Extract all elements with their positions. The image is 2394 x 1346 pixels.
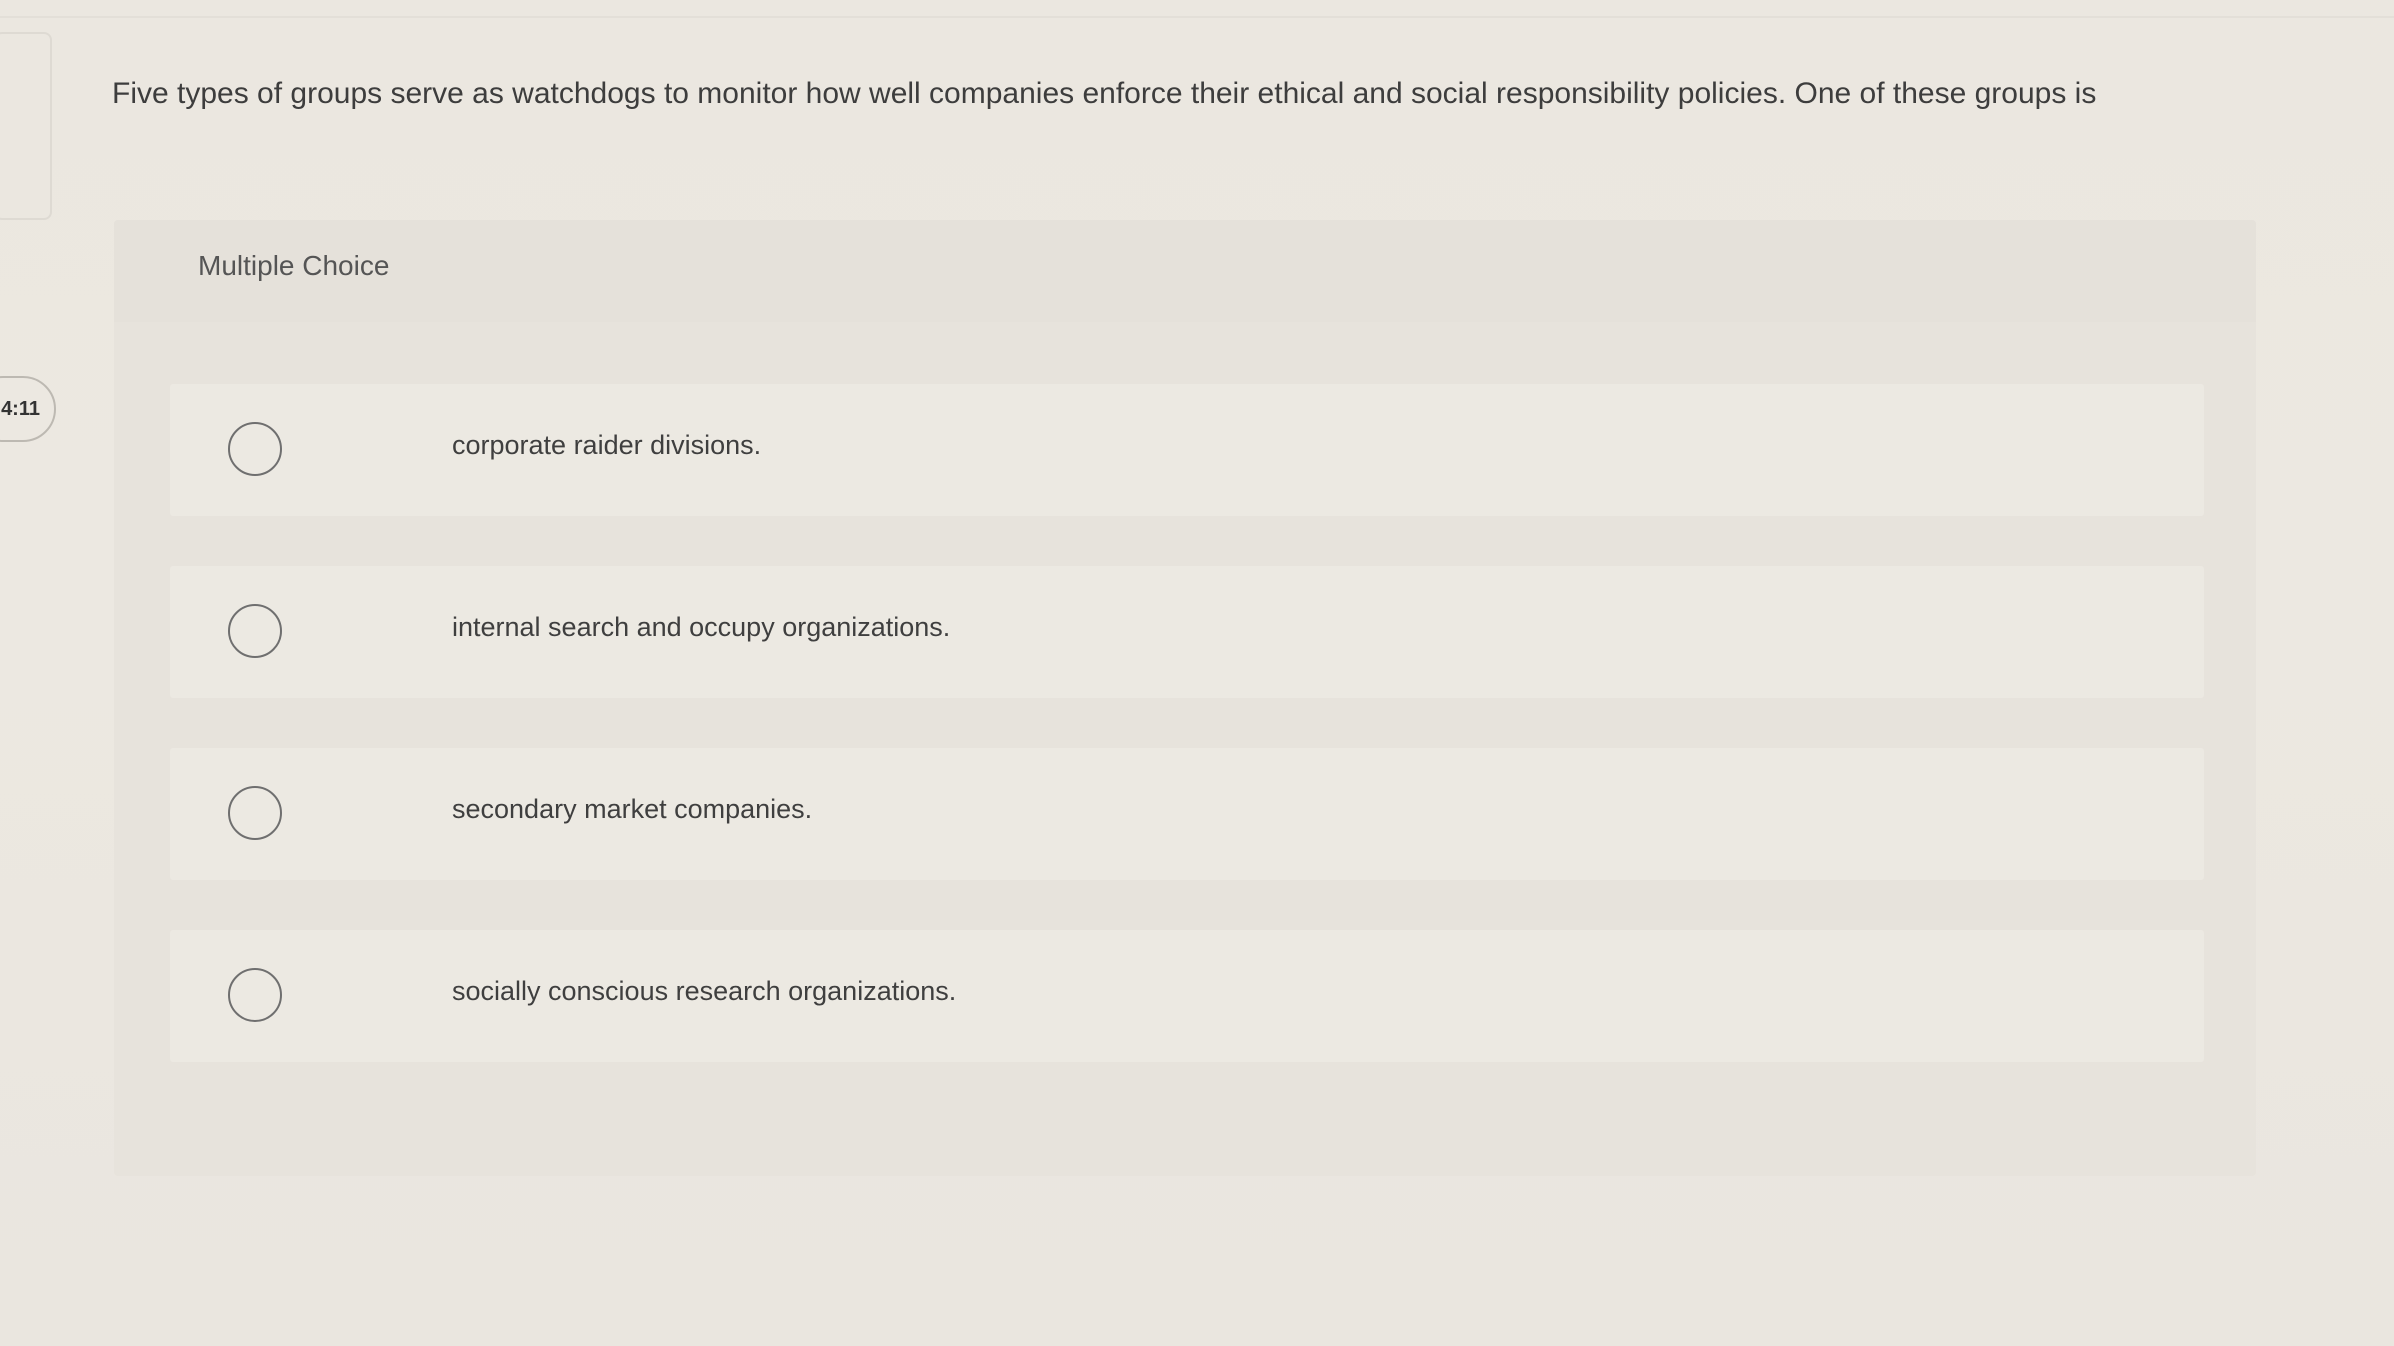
- radio-button[interactable]: [228, 786, 282, 840]
- answer-option-2[interactable]: internal search and occupy organizations…: [170, 566, 2204, 698]
- answer-option-4[interactable]: socially conscious research organization…: [170, 930, 2204, 1062]
- question-type-label: Multiple Choice: [198, 250, 390, 281]
- side-panel: [0, 32, 52, 220]
- multiple-choice-panel: Multiple Choice corporate raider divisio…: [114, 220, 2256, 1176]
- radio-button[interactable]: [228, 968, 282, 1022]
- answer-option-label: secondary market companies.: [452, 794, 813, 824]
- radio-button[interactable]: [228, 604, 282, 658]
- answer-option-label: corporate raider divisions.: [452, 430, 762, 460]
- radio-button[interactable]: [228, 422, 282, 476]
- answer-option-label: internal search and occupy organizations…: [452, 612, 951, 642]
- answer-option-3[interactable]: secondary market companies.: [170, 748, 2204, 880]
- question-type-header: Multiple Choice: [114, 220, 2256, 322]
- timer-text: 4:11: [1, 397, 40, 420]
- top-divider: [0, 16, 2394, 18]
- question-text: Five types of groups serve as watchdogs …: [112, 77, 2097, 110]
- timer-badge[interactable]: 4:11: [0, 376, 56, 442]
- answer-option-label: socially conscious research organization…: [452, 976, 957, 1006]
- answer-option-1[interactable]: corporate raider divisions.: [170, 384, 2204, 516]
